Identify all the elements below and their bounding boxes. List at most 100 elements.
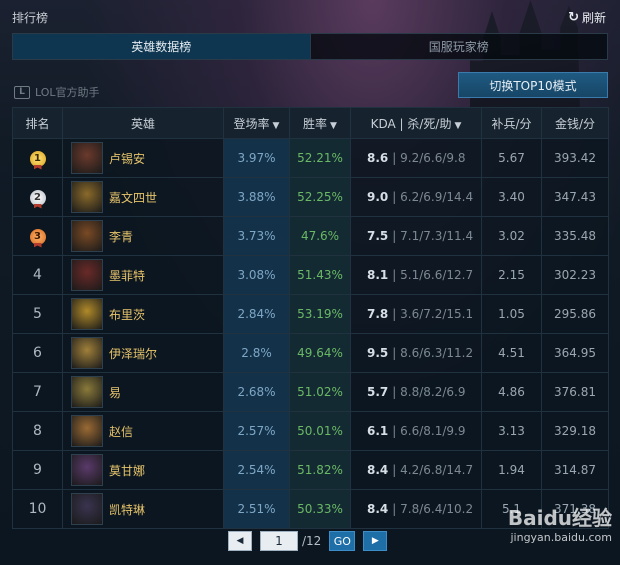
brand: L LOL官方助手	[14, 84, 100, 100]
win-rate-cell: 47.6%	[289, 216, 351, 256]
table-row[interactable]: 2 嘉文四世 3.88% 52.25% 9.0 | 6.2/6.9/14.4 3.40 347…	[12, 177, 609, 217]
pick-rate-cell: 3.08%	[223, 255, 290, 295]
column-header-label: 补兵/分	[491, 116, 532, 131]
hero-cell[interactable]: 易	[62, 372, 224, 412]
pick-rate-cell: 2.54%	[223, 450, 290, 490]
prev-page-button[interactable]: ◀	[228, 531, 252, 551]
next-page-button[interactable]: ▶	[363, 531, 388, 551]
cs-cell: 2.15	[481, 255, 542, 295]
rank-cell: 5	[12, 294, 63, 334]
kda-value: 8.6	[367, 151, 389, 165]
column-header: 英雄	[62, 107, 224, 139]
kda-value: 7.8	[367, 307, 389, 321]
sort-chevron-icon: ▼	[330, 120, 337, 131]
kda-value: 5.7	[367, 385, 389, 399]
kda-separator: |	[392, 502, 401, 516]
kda-detail: 7.8/6.4/10.2	[400, 502, 474, 516]
kda-detail: 6.6/8.1/9.9	[400, 424, 466, 438]
kda-separator: |	[392, 190, 401, 204]
hero-name: 卢锡安	[109, 151, 146, 166]
hero-name: 莫甘娜	[109, 463, 146, 478]
table-row[interactable]: 9 莫甘娜 2.54% 51.82% 8.4 | 4.2/6.8/14.7 1.94 314.…	[12, 450, 609, 490]
rank-number: 10	[28, 501, 47, 517]
table-row[interactable]: 4 墨菲特 3.08% 51.43% 8.1 | 5.1/6.6/12.7 2.15 302.…	[12, 255, 609, 295]
kda-separator: |	[392, 268, 401, 282]
brand-label: LOL官方助手	[35, 86, 100, 99]
table-row[interactable]: 5 布里茨 2.84% 53.19% 7.8 | 3.6/7.2/15.1 1.05 295.…	[12, 294, 609, 334]
kda-value: 7.5	[367, 229, 389, 243]
table-row[interactable]: 8 赵信 2.57% 50.01% 6.1 | 6.6/8.1/9.9 3.13 329.18	[12, 411, 609, 451]
table-row[interactable]: 3 李青 3.73% 47.6% 7.5 | 7.1/7.3/11.4 3.02 335.48	[12, 216, 609, 256]
tab-hero-data[interactable]: 英雄数据榜	[13, 34, 311, 59]
hero-cell[interactable]: 赵信	[62, 411, 224, 451]
cs-cell: 4.86	[481, 372, 542, 412]
kda-detail: 5.1/6.6/12.7	[400, 268, 474, 282]
hero-info: 嘉文四世	[63, 181, 223, 213]
win-rate-cell: 51.82%	[289, 450, 351, 490]
kda-detail: 6.2/6.9/14.4	[400, 190, 474, 204]
watermark: Baidu经验 jingyan.baidu.com	[508, 502, 612, 544]
rank-number: 8	[33, 423, 42, 439]
hero-cell[interactable]: 莫甘娜	[62, 450, 224, 490]
kda-cell: 8.6 | 9.2/6.6/9.8	[350, 138, 482, 178]
kda-separator: |	[392, 346, 401, 360]
hero-avatar	[71, 376, 103, 408]
cs-cell: 3.40	[481, 177, 542, 217]
rank-number: 7	[33, 384, 42, 400]
hero-name: 墨菲特	[109, 268, 146, 283]
column-header-label: 登场率	[233, 116, 270, 131]
kda-separator: |	[392, 229, 401, 243]
hero-info: 布里茨	[63, 298, 223, 330]
pick-rate-cell: 2.8%	[223, 333, 290, 373]
column-header[interactable]: 胜率 ▼	[289, 107, 351, 139]
win-rate-cell: 51.02%	[289, 372, 351, 412]
hero-cell[interactable]: 李青	[62, 216, 224, 256]
hero-cell[interactable]: 伊泽瑞尔	[62, 333, 224, 373]
silver-medal-icon: 2	[29, 189, 46, 206]
pick-rate-cell: 3.97%	[223, 138, 290, 178]
table-row[interactable]: 7 易 2.68% 51.02% 5.7 | 8.8/8.2/6.9 4.86 376.81	[12, 372, 609, 412]
hero-name: 李青	[109, 229, 134, 244]
tab-player-ranking[interactable]: 国服玩家榜	[311, 34, 608, 59]
kda-detail: 8.8/8.2/6.9	[400, 385, 466, 399]
kda-cell: 6.1 | 6.6/8.1/9.9	[350, 411, 482, 451]
hero-info: 莫甘娜	[63, 454, 223, 486]
kda-value: 6.1	[367, 424, 389, 438]
pick-rate-cell: 3.73%	[223, 216, 290, 256]
page-title: 排行榜	[12, 11, 49, 25]
cs-cell: 3.13	[481, 411, 542, 451]
kda-cell: 9.0 | 6.2/6.9/14.4	[350, 177, 482, 217]
cs-cell: 5.67	[481, 138, 542, 178]
column-header: 排名	[12, 107, 63, 139]
hero-avatar	[71, 493, 103, 525]
kda-cell: 7.5 | 7.1/7.3/11.4	[350, 216, 482, 256]
hero-cell[interactable]: 卢锡安	[62, 138, 224, 178]
page-total: /12	[302, 534, 322, 548]
hero-cell[interactable]: 凯特琳	[62, 489, 224, 529]
go-button[interactable]: GO	[329, 531, 356, 551]
kda-cell: 8.1 | 5.1/6.6/12.7	[350, 255, 482, 295]
table-row[interactable]: 6 伊泽瑞尔 2.8% 49.64% 9.5 | 8.6/6.3/11.2 4.51 364.…	[12, 333, 609, 373]
hero-cell[interactable]: 嘉文四世	[62, 177, 224, 217]
cs-cell: 1.94	[481, 450, 542, 490]
toggle-top10-button[interactable]: 切换TOP10模式	[458, 72, 608, 98]
hero-name: 凯特琳	[109, 502, 146, 517]
win-rate-cell: 50.33%	[289, 489, 351, 529]
column-header[interactable]: 登场率 ▼	[223, 107, 290, 139]
rank-cell: 9	[12, 450, 63, 490]
table-row[interactable]: 1 卢锡安 3.97% 52.21% 8.6 | 9.2/6.6/9.8 5.67 393.4…	[12, 138, 609, 178]
kda-value: 8.1	[367, 268, 389, 282]
rank-number: 4	[33, 267, 42, 283]
page-input[interactable]	[260, 531, 298, 551]
hero-cell[interactable]: 墨菲特	[62, 255, 224, 295]
kda-cell: 8.4 | 4.2/6.8/14.7	[350, 450, 482, 490]
column-header[interactable]: KDA | 杀/死/助 ▼	[350, 107, 482, 139]
refresh-button[interactable]: ↻ 刷新	[568, 9, 606, 26]
column-header-label: KDA | 杀/死/助	[370, 116, 452, 131]
hero-cell[interactable]: 布里茨	[62, 294, 224, 334]
hero-avatar	[71, 142, 103, 174]
hero-avatar	[71, 220, 103, 252]
kda-detail: 9.2/6.6/9.8	[400, 151, 466, 165]
tab-bar: 英雄数据榜 国服玩家榜	[12, 33, 608, 60]
pick-rate-cell: 3.88%	[223, 177, 290, 217]
